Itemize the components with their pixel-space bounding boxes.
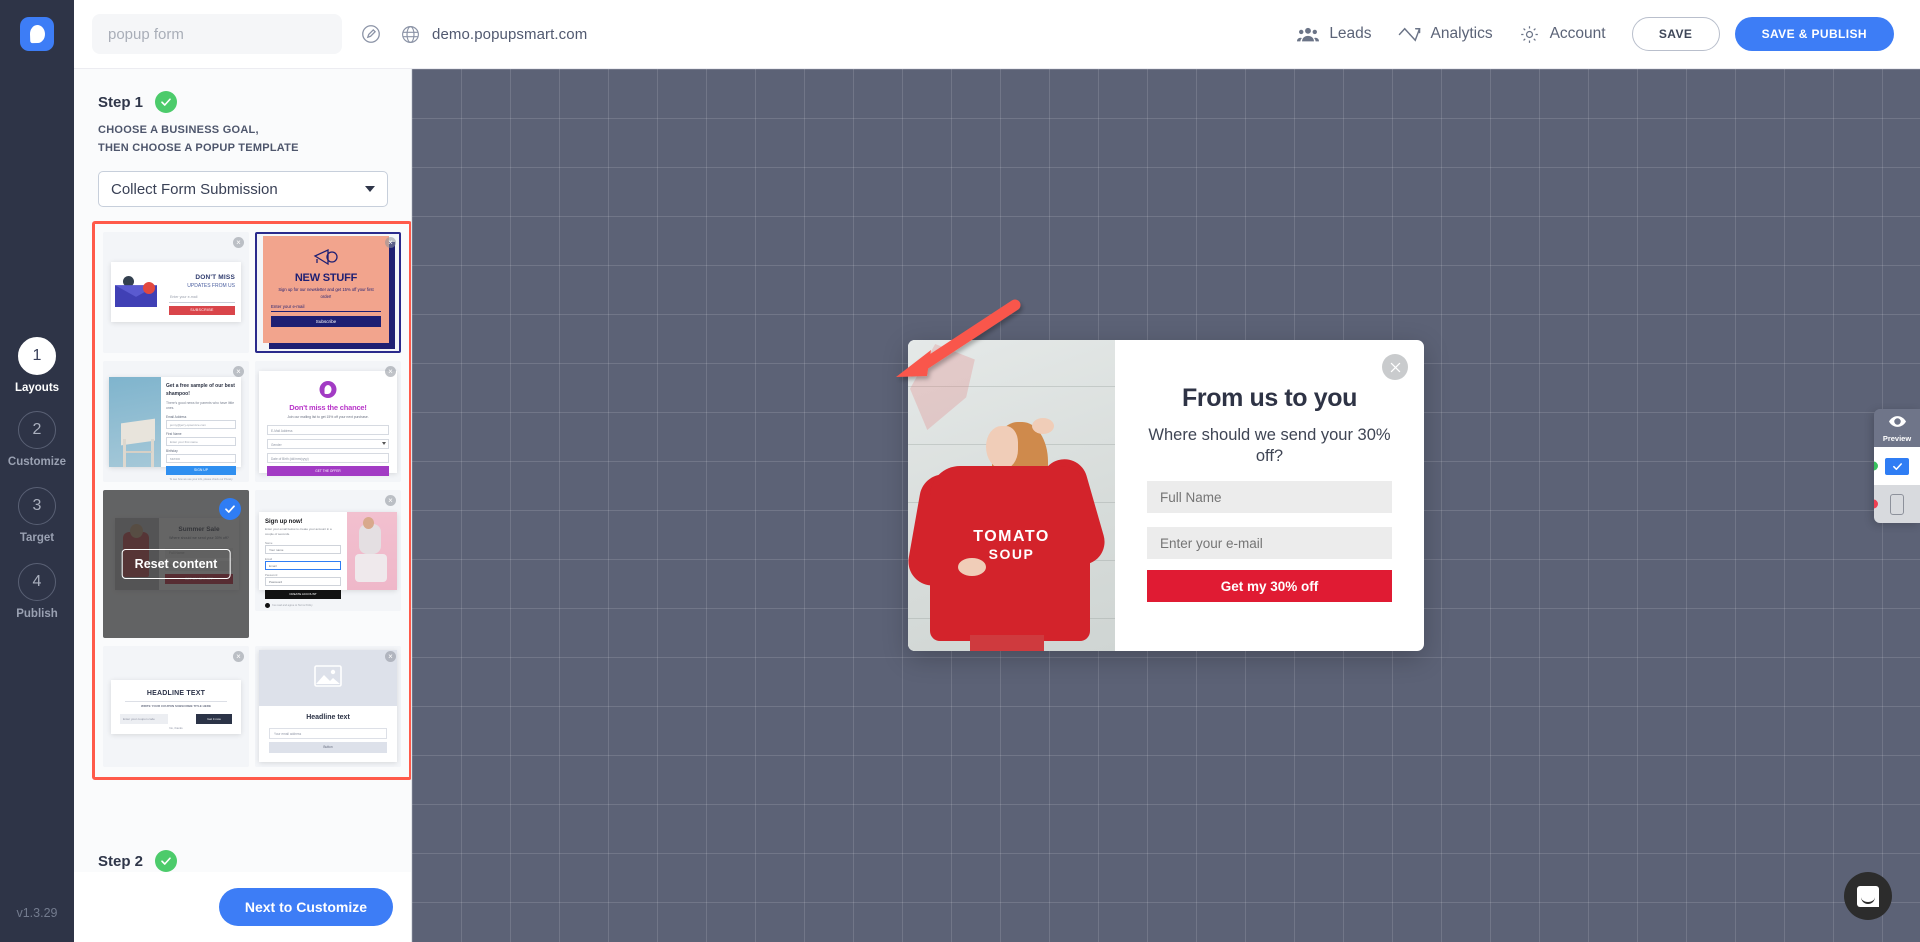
- gear-icon: [1519, 24, 1540, 45]
- template-card-6[interactable]: Sign up now! Enter your email below to c…: [255, 490, 401, 612]
- popup-cta-button[interactable]: Get my 30% off: [1147, 570, 1392, 603]
- step1-header: Step 1: [98, 91, 387, 113]
- popup-name-input[interactable]: [92, 14, 342, 54]
- step-number-3: 3: [18, 487, 56, 525]
- preview-mobile-toggle[interactable]: [1874, 485, 1920, 523]
- business-goal-value: Collect Form Submission: [111, 180, 278, 198]
- sidebar-step-publish[interactable]: 4 Publish: [0, 563, 74, 620]
- sidebar-step-customize[interactable]: 2 Customize: [0, 411, 74, 468]
- business-goal-select[interactable]: Collect Form Submission: [98, 171, 388, 208]
- popup-image-text-line2: SOUP: [988, 546, 1035, 562]
- step-label-publish: Publish: [16, 608, 58, 620]
- chevron-down-icon: [365, 186, 375, 193]
- globe-icon: [400, 24, 421, 45]
- check-circle-icon: [155, 91, 178, 113]
- desktop-check-icon: [1885, 457, 1909, 475]
- nav-account[interactable]: Account: [1519, 24, 1606, 45]
- step-label-target: Target: [19, 532, 55, 544]
- step-number-2: 2: [18, 411, 56, 449]
- template-hover-outline-2: [255, 232, 401, 354]
- nav-leads[interactable]: Leads: [1297, 25, 1372, 43]
- app-root: demo.popupsmart.com Leads Analytics: [0, 0, 1920, 942]
- step-label-layouts: Layouts: [14, 382, 60, 394]
- brand-logo-slot: [0, 0, 74, 69]
- preview-label: Preview: [1882, 433, 1912, 443]
- nav-analytics-label: Analytics: [1430, 25, 1493, 42]
- step1-subtitle: CHOOSE A BUSINESS GOAL, THEN CHOOSE A PO…: [98, 124, 299, 154]
- next-to-customize-button[interactable]: Next to Customize: [218, 888, 393, 926]
- reset-content-button[interactable]: Reset content: [121, 549, 231, 580]
- version-label: v1.3.29: [16, 906, 58, 920]
- popupsmart-drop-logo-icon[interactable]: [20, 17, 54, 51]
- top-bar: demo.popupsmart.com Leads Analytics: [0, 0, 1920, 69]
- step-number-4: 4: [18, 563, 56, 601]
- step2-title: Step 2: [98, 852, 144, 870]
- popup-content: From us to you Where should we send your…: [1115, 340, 1424, 651]
- template-card-1[interactable]: DON'T MISS UPDATES FROM US Enter your e-…: [103, 232, 249, 354]
- site-domain-label: demo.popupsmart.com: [432, 25, 588, 43]
- popup-title: From us to you: [1182, 384, 1357, 412]
- close-x-icon[interactable]: [1382, 354, 1408, 380]
- image-placeholder-icon: [314, 664, 342, 692]
- save-and-publish-button[interactable]: SAVE & PUBLISH: [1734, 17, 1894, 51]
- popup-email-input[interactable]: [1147, 527, 1392, 560]
- mobile-status-dot: [1874, 499, 1878, 509]
- layouts-panel: Step 1 CHOOSE A BUSINESS GOAL, THEN CHOO…: [74, 69, 412, 942]
- step2-header[interactable]: Step 2: [98, 850, 178, 872]
- preview-toolbar-header[interactable]: Preview: [1874, 409, 1920, 447]
- template-card-7[interactable]: HEADLINE TEXT WRITE YOUR COUPON SUBSCRIB…: [103, 646, 249, 768]
- popup-full-name-input[interactable]: [1147, 481, 1392, 514]
- annotation-arrow-icon: [896, 299, 1021, 377]
- mobile-icon: [1890, 493, 1904, 515]
- nav-leads-label: Leads: [1329, 25, 1372, 42]
- step1-title: Step 1: [98, 93, 144, 111]
- template-card-2[interactable]: NEW STUFF Sign up for our newsletter and…: [255, 232, 401, 354]
- template-gallery: DON'T MISS UPDATES FROM US Enter your e-…: [92, 221, 411, 781]
- step-label-customize: Customize: [7, 456, 67, 468]
- preview-desktop-toggle[interactable]: [1874, 447, 1920, 485]
- eye-icon: [1888, 414, 1906, 432]
- template-card-3[interactable]: Get a free sample of our best shampoo! T…: [103, 361, 249, 483]
- save-button[interactable]: SAVE: [1631, 17, 1720, 51]
- pencil-circle-icon[interactable]: [360, 23, 382, 45]
- people-group-icon: [1297, 26, 1320, 43]
- analytics-trend-icon: [1398, 25, 1421, 43]
- step-rail: 1 Layouts 2 Customize 3 Target 4 Publish…: [0, 0, 74, 942]
- step-number-1: 1: [18, 337, 56, 375]
- template-card-8[interactable]: Headline text Your email address Button …: [255, 646, 401, 768]
- chat-bubble-icon[interactable]: [1844, 872, 1892, 920]
- popup-image-text-line1: TOMATO: [973, 528, 1050, 545]
- nav-analytics[interactable]: Analytics: [1398, 25, 1493, 43]
- desktop-status-dot: [1874, 461, 1878, 471]
- step2-check-circle-icon: [155, 850, 178, 872]
- template-card-5[interactable]: Summer Sale Where should we send your 30…: [103, 490, 249, 639]
- sidebar-step-target[interactable]: 3 Target: [0, 487, 74, 544]
- sidebar-step-layouts[interactable]: 1 Layouts: [0, 337, 74, 394]
- template-card-4[interactable]: Don't miss the chance! Join our mailing …: [255, 361, 401, 483]
- popup-subtitle: Where should we send your 30% off?: [1148, 426, 1391, 466]
- preview-toolbar: Preview: [1874, 409, 1920, 523]
- popup-canvas[interactable]: TOMATO SOUP From us to you Where should …: [412, 69, 1920, 942]
- nav-account-label: Account: [1549, 25, 1606, 42]
- layouts-panel-scroll[interactable]: Step 1 CHOOSE A BUSINESS GOAL, THEN CHOO…: [74, 69, 411, 942]
